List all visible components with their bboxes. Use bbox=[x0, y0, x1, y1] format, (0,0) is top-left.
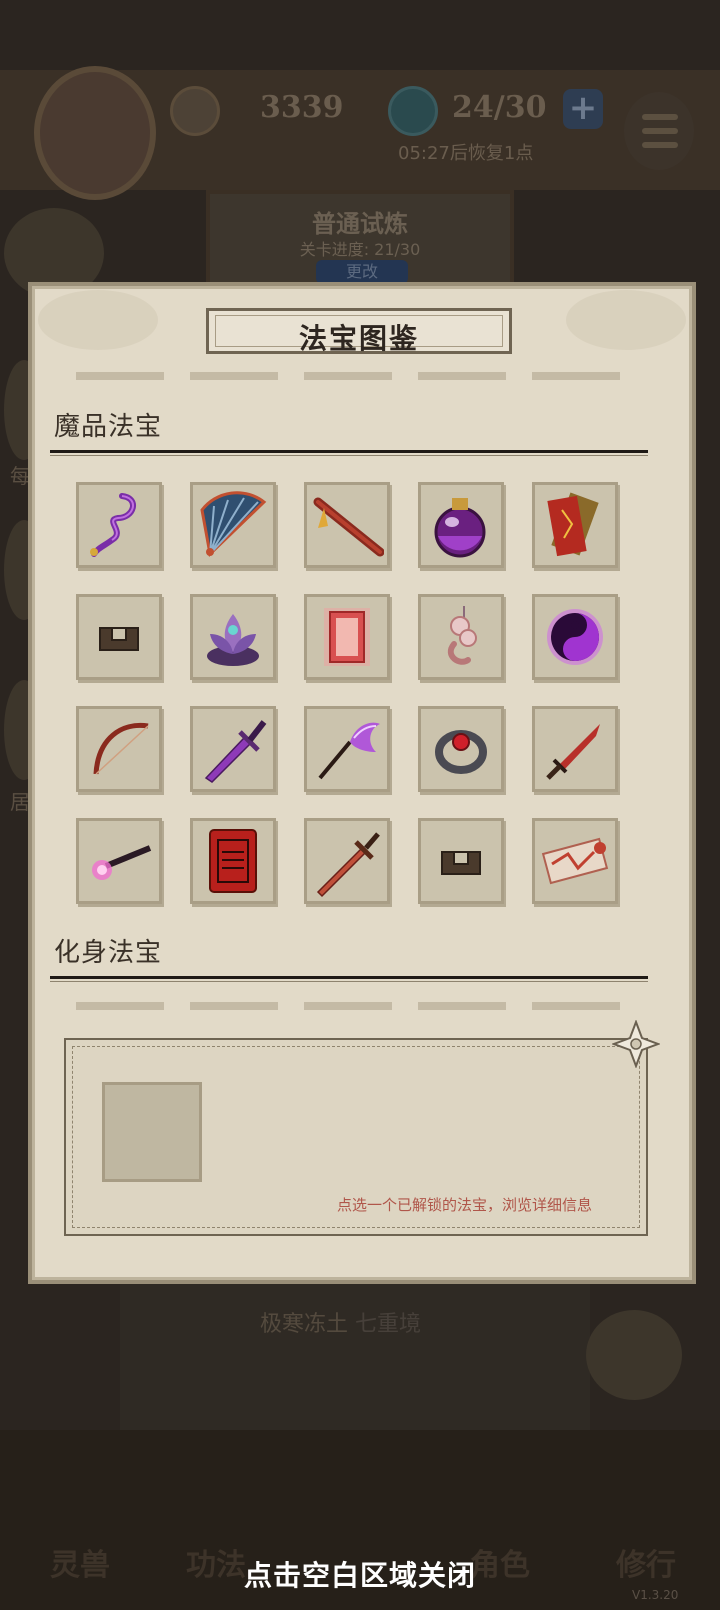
purple-whisk-icon bbox=[318, 722, 380, 780]
slot-partial bbox=[418, 372, 506, 380]
coin-icon bbox=[170, 86, 220, 136]
side-label-2: 居 bbox=[10, 790, 30, 814]
treasure-slot[interactable] bbox=[532, 594, 618, 680]
treasure-slot[interactable] bbox=[418, 818, 504, 904]
ruby-ring-icon bbox=[435, 730, 487, 774]
treasure-detail-panel: 点选一个已解锁的法宝，浏览详细信息 bbox=[64, 1038, 648, 1236]
slot-partial bbox=[418, 1002, 506, 1010]
flame-brush-icon bbox=[92, 845, 152, 880]
treasure-slot[interactable] bbox=[76, 706, 162, 792]
treasure-slot[interactable] bbox=[532, 482, 618, 568]
folding-fan-icon bbox=[200, 491, 267, 558]
yin-yang-icon bbox=[547, 609, 603, 665]
treasure-slot[interactable] bbox=[304, 482, 390, 568]
section-title-avatar: 化身法宝 bbox=[54, 938, 163, 968]
treasure-slot[interactable] bbox=[304, 706, 390, 792]
treasure-slot[interactable] bbox=[76, 818, 162, 904]
bow-icon bbox=[93, 722, 149, 775]
red-banner-icon bbox=[209, 829, 257, 893]
trial-title: 普通试炼 bbox=[312, 210, 408, 238]
trial-progress: 关卡进度: 21/30 bbox=[299, 240, 421, 259]
treasure-slot[interactable] bbox=[418, 482, 504, 568]
cloud-decoration bbox=[38, 290, 158, 350]
treasure-slot[interactable] bbox=[532, 706, 618, 792]
section-title-demon: 魔品法宝 bbox=[54, 412, 163, 442]
modal-title: 法宝图鉴 bbox=[298, 322, 419, 355]
treasure-slot[interactable] bbox=[76, 482, 162, 568]
scroll-bundle-icon bbox=[541, 837, 609, 885]
stamina-regen-text: 05:27后恢复1点 bbox=[398, 143, 534, 164]
side-label-1: 每 bbox=[10, 464, 30, 488]
treasure-compendium-modal: 法宝图鉴 魔品法宝 化身法宝 点选一个已解锁的法宝，浏览详细信息 bbox=[28, 282, 696, 1284]
slot-partial bbox=[304, 1002, 392, 1010]
change-trial-button[interactable]: 更改 bbox=[316, 260, 408, 284]
jade-slip-icon bbox=[441, 851, 481, 875]
stage-name: 极寒冻土 bbox=[260, 1312, 349, 1337]
stamina-icon bbox=[388, 86, 438, 136]
lotus-flower-icon bbox=[207, 614, 259, 666]
potion-flask-icon bbox=[434, 498, 486, 558]
purple-sword-icon bbox=[204, 720, 267, 783]
player-avatar[interactable] bbox=[34, 66, 156, 200]
detail-preview-slot bbox=[102, 1082, 202, 1182]
cauldron-icon[interactable] bbox=[586, 1310, 682, 1400]
title-plate: 法宝图鉴 bbox=[206, 308, 512, 355]
stamina-value: 24/30 bbox=[452, 90, 547, 125]
slot-partial bbox=[190, 1002, 278, 1010]
treasure-slot[interactable] bbox=[304, 818, 390, 904]
slot-partial bbox=[532, 372, 620, 380]
stage-area bbox=[120, 1280, 590, 1430]
slot-partial bbox=[76, 1002, 164, 1010]
jade-slip-icon bbox=[99, 627, 139, 651]
shuriken-icon bbox=[612, 1020, 660, 1068]
section-divider bbox=[50, 976, 648, 982]
trial-board: 普通试炼 关卡进度: 21/30 更改 bbox=[206, 190, 514, 288]
treasure-slot[interactable] bbox=[190, 706, 276, 792]
coin-value: 3339 bbox=[260, 90, 344, 125]
treasure-slot[interactable] bbox=[304, 594, 390, 680]
slot-partial bbox=[532, 1002, 620, 1010]
add-stamina-button[interactable]: + bbox=[563, 89, 603, 129]
treasure-slot[interactable] bbox=[418, 594, 504, 680]
treasure-slot[interactable] bbox=[190, 818, 276, 904]
treasure-slot[interactable] bbox=[190, 594, 276, 680]
treasure-slot[interactable] bbox=[190, 482, 276, 568]
section-divider bbox=[50, 450, 648, 456]
slot-partial bbox=[304, 372, 392, 380]
dagger-icon bbox=[546, 724, 600, 780]
bronze-sword-icon bbox=[316, 832, 380, 898]
glowing-scroll-icon bbox=[324, 608, 370, 666]
treasure-slot[interactable] bbox=[532, 818, 618, 904]
close-hint[interactable]: 点击空白区域关闭 bbox=[0, 1554, 720, 1594]
rope-whip-icon bbox=[90, 493, 136, 557]
treasure-slot[interactable] bbox=[418, 706, 504, 792]
talisman-icon bbox=[547, 492, 599, 557]
flute-icon bbox=[313, 497, 384, 557]
slot-partial bbox=[76, 372, 164, 380]
treasure-slot[interactable] bbox=[76, 594, 162, 680]
slot-partial bbox=[190, 372, 278, 380]
detail-hint-text: 点选一个已解锁的法宝，浏览详细信息 bbox=[336, 1196, 592, 1214]
jade-pendant-icon bbox=[447, 606, 477, 665]
cloud-decoration bbox=[566, 290, 686, 350]
menu-button[interactable] bbox=[624, 92, 694, 170]
stage-realm: 七重境 bbox=[355, 1312, 422, 1337]
stage-label: 极寒冻土 七重境 bbox=[260, 1306, 421, 1338]
